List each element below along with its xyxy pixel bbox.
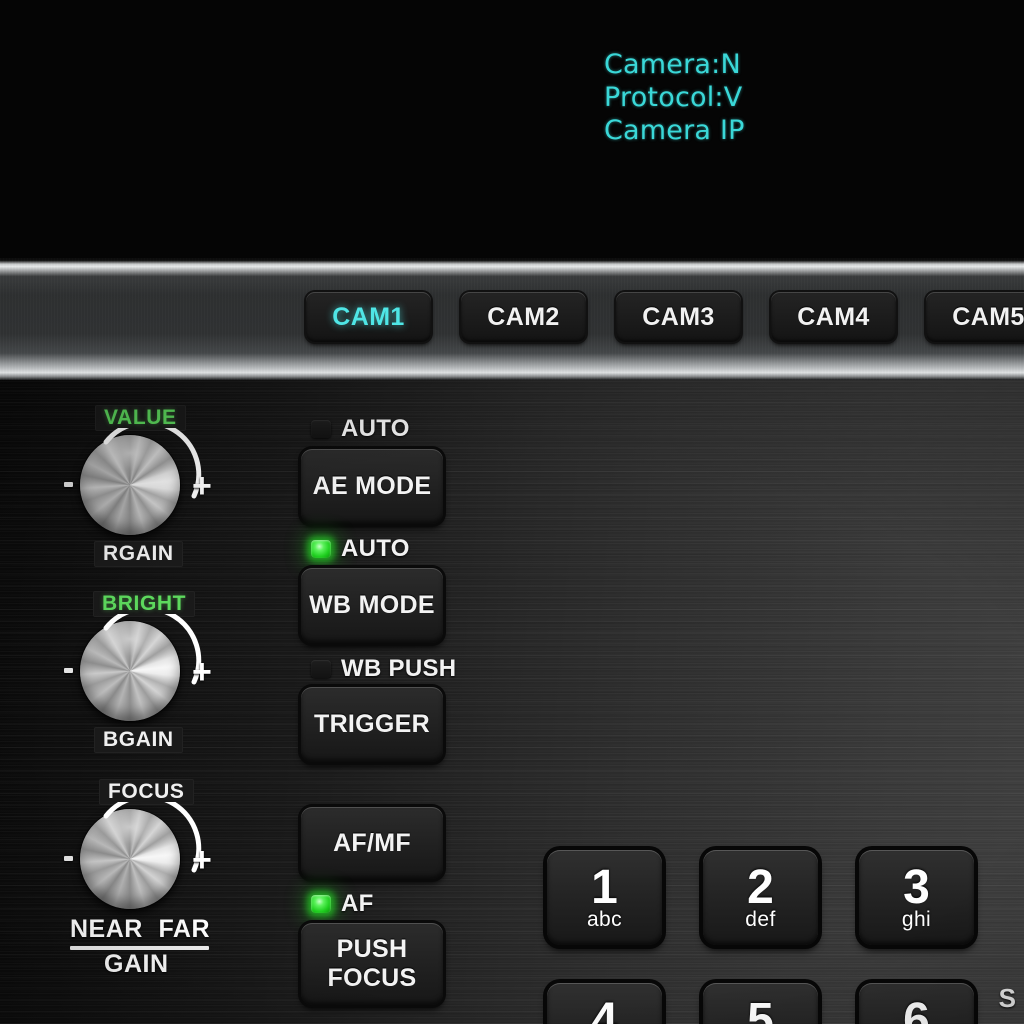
tab-cam3-label: CAM3 — [642, 302, 715, 331]
knob-focus-plus: + — [192, 841, 212, 879]
tab-cam2[interactable]: CAM2 — [461, 292, 586, 342]
wb-mode-button-label: WB MODE — [309, 591, 435, 619]
tab-cam1[interactable]: CAM1 — [306, 292, 431, 342]
knob-rgain-bottom-label: RGAIN — [94, 541, 183, 567]
key-2-digit: 2 — [747, 860, 774, 914]
key-4-digit: 4 — [591, 993, 618, 1024]
key-2[interactable]: 2 def — [703, 850, 818, 945]
tab-cam1-label: CAM1 — [332, 302, 405, 331]
knob-focus-gloss — [80, 809, 180, 909]
tab-cam5-label: CAM5 — [952, 302, 1024, 331]
knob-focus-dial[interactable] — [80, 809, 180, 909]
screen-line-camera-ip: Camera IP — [604, 115, 745, 146]
camera-tab-row: CAM1 CAM2 CAM3 CAM4 CAM5 — [0, 292, 1024, 344]
key-1-letters: abc — [586, 907, 623, 931]
ae-mode-led-row: AUTO — [311, 415, 410, 443]
trigger-button[interactable]: TRIGGER — [301, 687, 443, 762]
key-4[interactable]: 4 jkl — [547, 983, 662, 1024]
wb-push-led-icon — [311, 660, 331, 678]
key-3-digit: 3 — [903, 860, 930, 914]
wb-push-led-label: WB PUSH — [341, 655, 457, 682]
knob-focus-direction-labels: NEAR FAR — [70, 915, 210, 944]
camera-controller-panel: Camera:N Protocol:V Camera IP CAM1 CAM2 … — [0, 0, 1024, 1024]
push-focus-button-label-line2: FOCUS — [327, 964, 417, 992]
tab-cam5[interactable]: CAM5 — [926, 292, 1024, 342]
knob-focus-far-label: FAR — [158, 915, 210, 943]
af-mf-button[interactable]: AF/MF — [301, 807, 443, 879]
wb-auto-led-label: AUTO — [341, 535, 410, 562]
knob-rgain-minus — [64, 482, 73, 487]
ae-auto-led-icon — [311, 420, 331, 438]
lcd-screen: Camera:N Protocol:V Camera IP — [0, 0, 1024, 258]
key-5-digit: 5 — [747, 993, 774, 1024]
key-3-letters: ghi — [901, 907, 932, 931]
knob-focus-gain-label: GAIN — [104, 950, 169, 978]
ae-mode-button[interactable]: AE MODE — [301, 449, 443, 524]
push-focus-button-label-line1: PUSH — [336, 935, 408, 963]
knob-bgain-bottom-label: BGAIN — [94, 727, 183, 753]
knob-rgain-dial[interactable] — [80, 435, 180, 535]
screen-line-camera: Camera:N — [604, 49, 741, 80]
trigger-button-label: TRIGGER — [314, 710, 430, 738]
key-6-digit: 6 — [903, 993, 930, 1024]
knob-bgain-minus — [64, 668, 73, 673]
key-1[interactable]: 1 abc — [547, 850, 662, 945]
wb-mode-led-row: AUTO — [311, 535, 410, 563]
tab-cam4-label: CAM4 — [797, 302, 870, 331]
wb-mode-button[interactable]: WB MODE — [301, 568, 443, 643]
knob-rgain-top-label: VALUE — [95, 405, 186, 431]
tab-cam2-label: CAM2 — [487, 302, 560, 331]
screen-line-protocol: Protocol:V — [604, 82, 743, 113]
knob-bgain-gloss — [80, 621, 180, 721]
key-2-letters: def — [745, 907, 776, 931]
push-focus-button[interactable]: PUSH FOCUS — [301, 923, 443, 1005]
af-led-row: AF — [311, 890, 374, 918]
knob-focus-minus — [64, 856, 73, 861]
key-3[interactable]: 3 ghi — [859, 850, 974, 945]
ae-auto-led-label: AUTO — [341, 415, 410, 442]
tab-cam4[interactable]: CAM4 — [771, 292, 896, 342]
screen-info-block: Camera:N Protocol:V Camera IP — [598, 48, 1024, 147]
wb-auto-led-icon — [311, 540, 331, 558]
knob-bgain-plus: + — [192, 653, 212, 691]
tab-cam3[interactable]: CAM3 — [616, 292, 741, 342]
knob-focus-top-label: FOCUS — [99, 779, 194, 805]
wb-push-led-row: WB PUSH — [311, 655, 456, 683]
knob-rgain-gloss — [80, 435, 180, 535]
corner-partial-text: S — [998, 983, 1016, 1013]
ae-mode-button-label: AE MODE — [312, 472, 432, 500]
key-1-digit: 1 — [591, 860, 618, 914]
af-led-icon — [311, 895, 331, 913]
control-surface: VALUE + RGAIN BRIGHT + BGAIN FOCUS + NEA… — [0, 380, 1024, 1024]
knob-bgain-top-label: BRIGHT — [93, 591, 196, 617]
knob-focus-near-label: NEAR — [70, 915, 143, 943]
key-5[interactable]: 5 mno — [703, 983, 818, 1024]
knob-bgain-dial[interactable] — [80, 621, 180, 721]
knob-rgain-plus: + — [192, 467, 212, 505]
af-led-label: AF — [341, 890, 374, 917]
af-mf-button-label: AF/MF — [333, 828, 411, 857]
key-6[interactable]: 6 pqr — [859, 983, 974, 1024]
